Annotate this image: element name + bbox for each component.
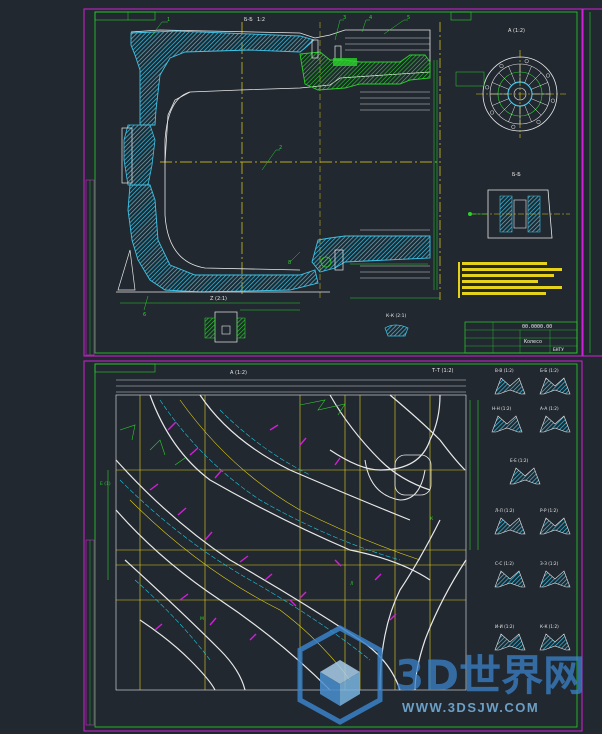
- section-profile: [539, 633, 571, 651]
- detail-kk: К-К (2:1): [384, 313, 409, 337]
- section-profile: [539, 517, 571, 535]
- bottom-view-label: А (1:2): [230, 370, 247, 376]
- section-profile: [494, 377, 526, 395]
- section-label: А-А (1:2): [540, 406, 559, 411]
- view-a-label: А (1:2): [508, 28, 525, 34]
- cad-drawing-canvas: Б-Б 1:2 1 3 4 5 2 6 8 А (1:2) Б-Б Z (2:1…: [83, 8, 602, 732]
- section-label: К-К (1:2): [540, 624, 559, 629]
- top-section-label: Б-Б: [244, 17, 253, 23]
- svg-text:1: 1: [167, 17, 170, 23]
- section-profile: [509, 467, 541, 485]
- section-label: Л-Л (1:2): [495, 508, 515, 513]
- section-label: С-С (1:2): [495, 561, 514, 566]
- top-sheet: Б-Б 1:2 1 3 4 5 2 6 8 А (1:2) Б-Б Z (2:1…: [83, 8, 583, 357]
- section-label: Р-Р (1:2): [540, 508, 558, 513]
- watermark-site: WWW.3DSJW.COM: [402, 700, 539, 715]
- watermark: 3D世界网 WWW.3DSJW.COM: [297, 625, 585, 725]
- section-t-label: Т-Т (1:2): [431, 368, 453, 374]
- svg-text:8: 8: [288, 260, 291, 266]
- section-label: И-И (1:2): [495, 624, 514, 629]
- technical-notes: [458, 262, 562, 298]
- view-a-flange: А (1:2): [455, 28, 566, 138]
- watermark-brand: 3D世界网: [395, 651, 585, 700]
- watermark-cube-icon: [297, 625, 383, 725]
- wheel-section: 1 3 4 5 2 6 8: [116, 15, 441, 318]
- svg-text:2: 2: [279, 145, 282, 151]
- section-profile: [539, 415, 571, 433]
- title-block-org: БНТУ: [553, 347, 564, 353]
- svg-text:6: 6: [143, 312, 146, 318]
- top-scale-label: 1:2: [257, 17, 265, 23]
- svg-text:Л: Л: [350, 581, 353, 587]
- section-label: Е-Е (1:2): [510, 458, 529, 463]
- title-block-number: 00.0000.00: [522, 324, 552, 330]
- section-profile: [494, 517, 526, 535]
- top-title-block: 00.0000.00 Колесо БНТУ: [464, 321, 578, 354]
- sections-column: В-В (1:2) Б-Б (1:2) Н-Н (1:2) А-А (1:2) Е-Е …: [491, 368, 571, 651]
- section-profile: [539, 570, 571, 588]
- svg-text:М: М: [200, 616, 204, 622]
- section-profile: [494, 570, 526, 588]
- title-block-name: Колесо: [524, 339, 542, 345]
- bottom-main-view: Е (1) К Л М: [100, 379, 479, 691]
- svg-text:4: 4: [369, 15, 372, 21]
- detail-z-label: Z (2:1): [210, 296, 227, 302]
- section-profile: [494, 633, 526, 651]
- view-b-label: Б-Б: [512, 172, 521, 178]
- svg-text:Е (1): Е (1): [100, 481, 111, 487]
- svg-text:5: 5: [407, 15, 410, 21]
- section-profile: [491, 415, 523, 433]
- right-partial-sheet: [582, 8, 602, 357]
- svg-text:3: 3: [343, 15, 346, 21]
- view-b-bracket: Б-Б: [468, 172, 570, 239]
- section-profile: [539, 377, 571, 395]
- detail-kk-label: К-К (2:1): [386, 313, 406, 319]
- svg-text:К: К: [430, 516, 434, 522]
- section-label: Б-Б (1:2): [540, 368, 559, 373]
- section-label: З-З (1:2): [540, 561, 559, 566]
- section-label: В-В (1:2): [495, 368, 514, 373]
- section-label: Н-Н (1:2): [492, 406, 512, 411]
